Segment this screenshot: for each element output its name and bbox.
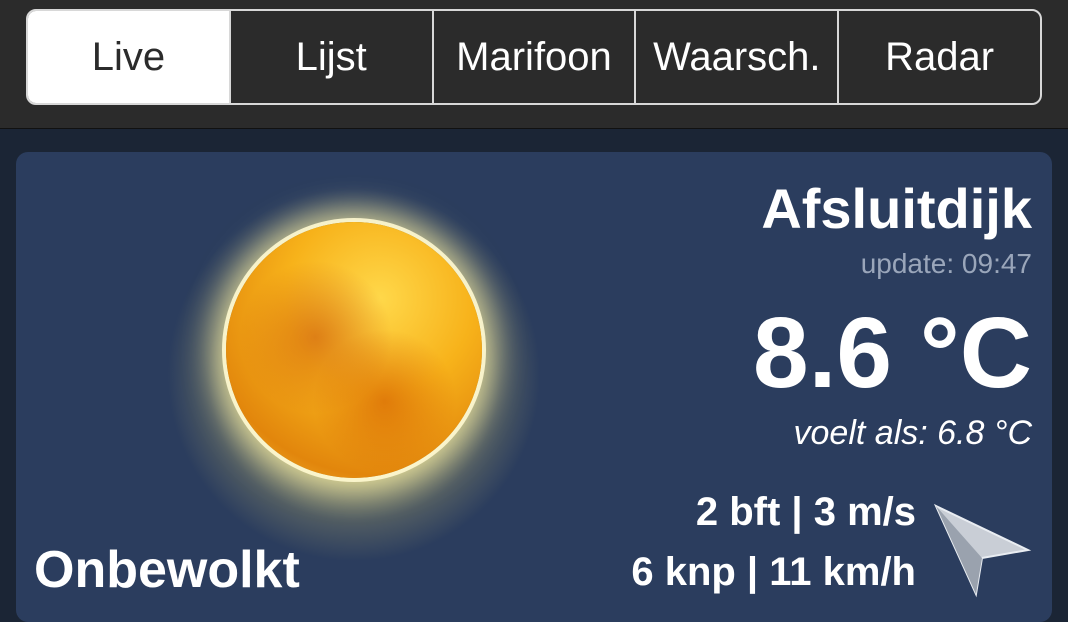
feels-like: voelt als: 6.8 °C: [793, 414, 1032, 452]
temperature: 8.6 °C: [752, 297, 1032, 409]
weather-panel: Afsluitdijk update: 09:47 8.6 °C voelt a…: [16, 152, 1052, 622]
wind-speed-bft-ms: 2 bft | 3 m/s: [695, 490, 916, 534]
sun-icon: [226, 222, 482, 478]
top-toolbar: Live Lijst Marifoon Waarsch. Radar: [0, 0, 1068, 129]
wind-speed-knots-kmh: 6 knp | 11 km/h: [631, 550, 916, 594]
location-name: Afsluitdijk: [761, 177, 1032, 240]
wind-direction-arrow-icon: [933, 503, 1032, 598]
tab-segmented-control: Live Lijst Marifoon Waarsch. Radar: [26, 9, 1042, 105]
tab-live[interactable]: Live: [28, 11, 229, 103]
tab-radar[interactable]: Radar: [837, 11, 1040, 103]
tab-waarschuwingen[interactable]: Waarsch.: [634, 11, 837, 103]
weather-condition: Onbewolkt: [34, 541, 300, 599]
tab-marifoon[interactable]: Marifoon: [431, 11, 635, 103]
tab-lijst[interactable]: Lijst: [228, 11, 432, 103]
update-time: update: 09:47: [860, 248, 1032, 279]
